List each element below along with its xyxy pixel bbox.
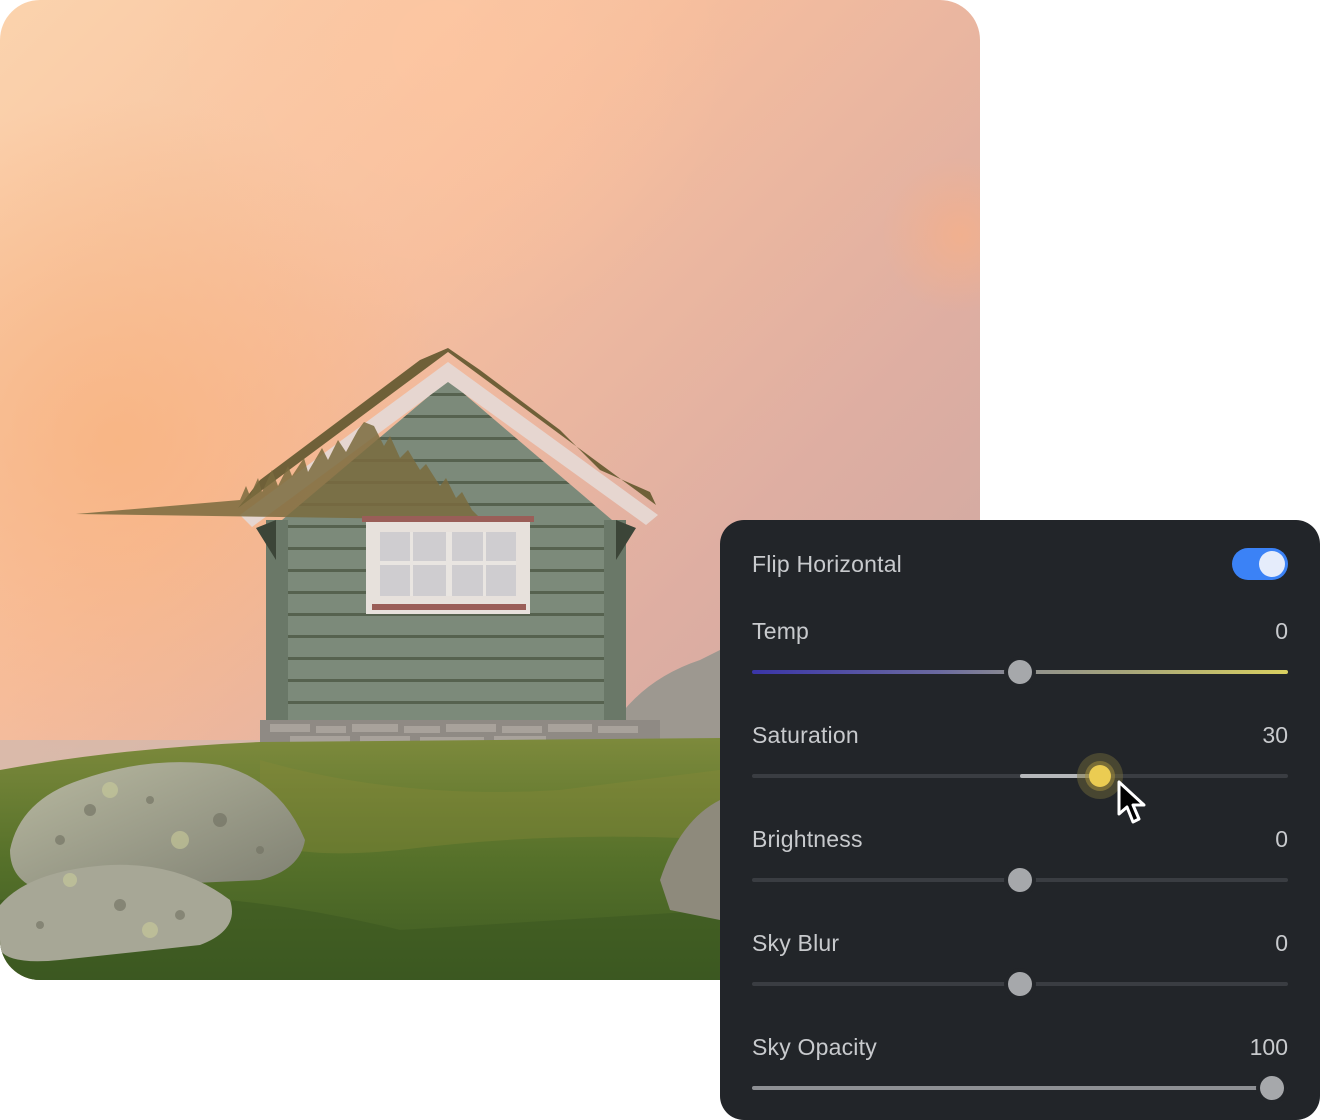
saturation-control: Saturation 30 [752, 720, 1288, 800]
temp-label: Temp [752, 617, 810, 644]
saturation-slider-fill [1020, 774, 1101, 778]
brightness-label: Brightness [752, 825, 863, 852]
flip-horizontal-toggle[interactable] [1232, 548, 1288, 580]
flip-horizontal-row: Flip Horizontal [752, 548, 1288, 580]
saturation-value: 30 [1262, 721, 1288, 748]
toggle-knob [1259, 551, 1285, 577]
temp-control: Temp 0 [752, 616, 1288, 696]
sky-opacity-slider-thumb[interactable] [1259, 1076, 1284, 1100]
sky-opacity-control: Sky Opacity 100 [752, 1032, 1288, 1112]
temp-value: 0 [1275, 617, 1288, 644]
flip-horizontal-label: Flip Horizontal [752, 550, 902, 577]
saturation-label: Saturation [752, 721, 859, 748]
brightness-value: 0 [1275, 825, 1288, 852]
temp-slider-thumb[interactable] [1008, 660, 1032, 684]
sky-blur-label: Sky Blur [752, 929, 840, 956]
adjustments-panel: Flip Horizontal Temp 0 Saturation 30 Bri… [720, 520, 1320, 1120]
sky-blur-value: 0 [1275, 929, 1288, 956]
sky-blur-control: Sky Blur 0 [752, 928, 1288, 1008]
saturation-slider-track[interactable] [752, 765, 1288, 787]
brightness-slider-track[interactable] [752, 868, 1288, 892]
sky-blur-slider-track[interactable] [752, 972, 1288, 996]
temp-slider-track[interactable] [752, 660, 1288, 684]
sky-opacity-value: 100 [1249, 1033, 1288, 1060]
sky-blur-slider-thumb[interactable] [1008, 972, 1032, 996]
brightness-slider-thumb[interactable] [1008, 868, 1032, 892]
saturation-slider-thumb[interactable] [1089, 765, 1112, 787]
sky-opacity-slider-track[interactable] [752, 1076, 1288, 1100]
brightness-control: Brightness 0 [752, 824, 1288, 904]
sky-opacity-label: Sky Opacity [752, 1033, 877, 1060]
